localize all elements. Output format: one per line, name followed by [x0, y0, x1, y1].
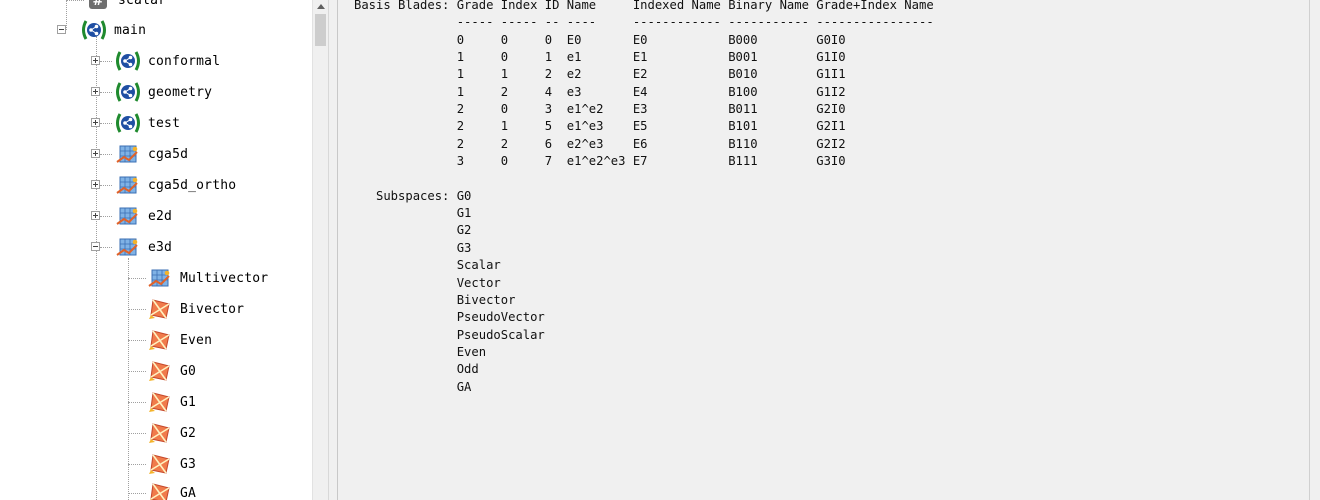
tree-connector — [128, 340, 146, 341]
subspace-icon — [146, 390, 174, 414]
tree-item-label: scalar — [118, 0, 167, 8]
tree-connector — [128, 309, 146, 310]
collapse-toggle[interactable] — [91, 242, 100, 251]
namespace-icon — [80, 18, 108, 42]
tree-item-label: e2d — [148, 208, 173, 224]
subspace-icon — [146, 359, 174, 383]
tree-item-label: G2 — [180, 425, 197, 441]
tree-item-geometry[interactable]: geometry — [114, 80, 212, 104]
frame-icon — [114, 204, 142, 228]
tree-connector — [128, 493, 146, 494]
tree-item-label: G0 — [180, 363, 197, 379]
details-text: Basis Blades: Grade Index ID Name Indexe… — [354, 0, 934, 394]
tree-item-ga[interactable]: GA — [146, 481, 196, 500]
tree-connector — [128, 464, 146, 465]
tree-connector — [96, 36, 97, 500]
tree-item-cga5d[interactable]: cga5d — [114, 142, 188, 166]
tree-connector — [128, 402, 146, 403]
hash-icon: # — [84, 0, 112, 12]
tree-scrollbar[interactable] — [312, 0, 329, 500]
tree-item-label: Multivector — [180, 270, 269, 286]
tree-item-label: G3 — [180, 456, 197, 472]
tree-item-e3d[interactable]: e3d — [114, 235, 172, 259]
tree-item-multivector[interactable]: Multivector — [146, 266, 268, 290]
namespace-icon — [114, 111, 142, 135]
tree-connector — [100, 216, 112, 217]
tree-item-even[interactable]: Even — [146, 328, 212, 352]
tree-connector — [128, 278, 146, 279]
subspace-icon — [146, 481, 174, 500]
tree-item-test[interactable]: test — [114, 111, 180, 135]
tree-item-label: cga5d_ortho — [148, 177, 237, 193]
tree-item-label: G1 — [180, 394, 197, 410]
subspace-icon — [146, 328, 174, 352]
expand-toggle[interactable] — [91, 149, 100, 158]
tree-item-label: Bivector — [180, 301, 245, 317]
details-text-panel[interactable]: Basis Blades: Grade Index ID Name Indexe… — [338, 0, 1320, 500]
tree-item-g3[interactable]: G3 — [146, 452, 196, 476]
tree-item-conformal[interactable]: conformal — [114, 49, 220, 73]
tree-item-label: conformal — [148, 53, 221, 69]
tree-item-cga5d-ortho[interactable]: cga5d_ortho — [114, 173, 236, 197]
tree-item-main[interactable]: main — [80, 18, 146, 42]
tree-item-g2[interactable]: G2 — [146, 421, 196, 445]
tree-item-scalar[interactable]: # scalar — [84, 0, 166, 12]
panel-splitter[interactable] — [328, 0, 338, 500]
frame-icon — [114, 173, 142, 197]
tree-connector — [66, 0, 67, 30]
right-scrollbar[interactable] — [1309, 0, 1320, 500]
tree-item-label: main — [114, 22, 147, 38]
tree-connector — [100, 154, 112, 155]
expand-toggle[interactable] — [91, 211, 100, 220]
frame-icon — [114, 235, 142, 259]
frame-icon — [114, 142, 142, 166]
subspace-icon — [146, 297, 174, 321]
tree-view[interactable]: # scalar main conformal geometry test cg… — [0, 0, 312, 500]
tree-connector — [128, 371, 146, 372]
tree-connector — [100, 123, 112, 124]
scrollbar-thumb[interactable] — [315, 14, 326, 46]
namespace-icon — [114, 49, 142, 73]
expand-toggle[interactable] — [91, 118, 100, 127]
svg-text:#: # — [93, 0, 104, 9]
tree-item-g0[interactable]: G0 — [146, 359, 196, 383]
tree-connector — [100, 247, 112, 248]
subspace-icon — [146, 452, 174, 476]
tree-item-label: cga5d — [148, 146, 189, 162]
expand-toggle[interactable] — [91, 56, 100, 65]
tree-connector — [100, 185, 112, 186]
scroll-up-icon[interactable] — [317, 4, 325, 9]
tree-item-label: Even — [180, 332, 213, 348]
tree-connector — [100, 61, 112, 62]
tree-connector — [128, 433, 146, 434]
expand-toggle[interactable] — [91, 180, 100, 189]
multivector-icon — [146, 266, 174, 290]
tree-item-label: GA — [180, 485, 197, 500]
tree-item-label: test — [148, 115, 181, 131]
tree-item-e2d[interactable]: e2d — [114, 204, 172, 228]
collapse-toggle[interactable] — [57, 25, 66, 34]
namespace-icon — [114, 80, 142, 104]
tree-item-label: e3d — [148, 239, 173, 255]
subspace-icon — [146, 421, 174, 445]
expand-toggle[interactable] — [91, 87, 100, 96]
tree-item-g1[interactable]: G1 — [146, 390, 196, 414]
tree-item-bivector[interactable]: Bivector — [146, 297, 244, 321]
tree-item-label: geometry — [148, 84, 213, 100]
tree-connector — [66, 0, 84, 1]
tree-connector — [100, 92, 112, 93]
